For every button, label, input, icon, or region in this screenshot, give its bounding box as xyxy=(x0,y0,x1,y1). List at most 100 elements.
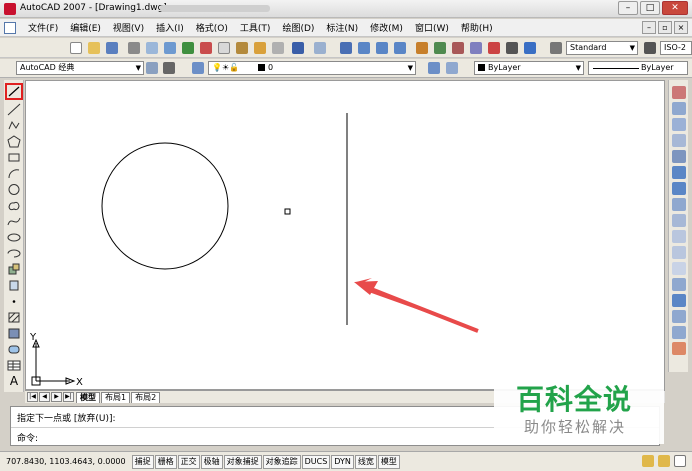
menu-edit[interactable]: 编辑(E) xyxy=(64,21,107,34)
move-icon[interactable] xyxy=(672,166,686,179)
prev-tab-button[interactable]: ◀ xyxy=(39,392,50,402)
coordinate-readout[interactable]: 707.8430, 1103.4643, 0.0000 xyxy=(6,457,126,466)
sheet-set-icon[interactable] xyxy=(470,42,482,54)
otrack-toggle[interactable]: 对象追踪 xyxy=(262,454,301,469)
last-tab-button[interactable]: ▶| xyxy=(63,392,74,402)
new-file-icon[interactable] xyxy=(70,42,82,54)
markup-icon[interactable] xyxy=(488,42,500,54)
snap-toggle[interactable]: 捕捉 xyxy=(131,454,154,469)
pan-icon[interactable] xyxy=(340,42,352,54)
spline-tool[interactable] xyxy=(7,215,21,228)
fillet-icon[interactable] xyxy=(672,326,686,339)
hatch-tool[interactable] xyxy=(7,311,21,324)
paste-icon[interactable] xyxy=(236,42,248,54)
clean-screen-icon[interactable] xyxy=(674,455,686,467)
close-button[interactable]: ✕ xyxy=(662,1,688,15)
erase-icon[interactable] xyxy=(672,86,686,99)
maximize-button[interactable]: □ xyxy=(640,1,660,15)
doc-restore-button[interactable]: ▫ xyxy=(658,21,672,34)
save-icon[interactable] xyxy=(106,42,118,54)
linetype-select[interactable]: ByLayer xyxy=(588,61,688,75)
workspace-save-icon[interactable] xyxy=(163,62,175,74)
extend-icon[interactable] xyxy=(672,246,686,259)
next-tab-button[interactable]: ▶ xyxy=(51,392,62,402)
tool-palettes-icon[interactable] xyxy=(452,42,464,54)
gradient-tool[interactable] xyxy=(7,327,21,340)
zoom-previous-icon[interactable] xyxy=(394,42,406,54)
break-at-point-icon[interactable] xyxy=(672,262,686,275)
revision-cloud-tool[interactable] xyxy=(7,199,21,212)
zoom-window-icon[interactable] xyxy=(376,42,388,54)
minimize-button[interactable]: – xyxy=(618,1,638,15)
lock-icon[interactable] xyxy=(658,455,670,467)
plot-preview-icon[interactable] xyxy=(146,42,158,54)
menu-tools[interactable]: 工具(T) xyxy=(234,21,277,34)
explode-icon[interactable] xyxy=(672,342,686,355)
menu-file[interactable]: 文件(F) xyxy=(22,21,64,34)
table-tool[interactable] xyxy=(7,359,21,372)
comm-center-icon[interactable] xyxy=(642,455,654,467)
publish-icon[interactable] xyxy=(164,42,176,54)
menu-help[interactable]: 帮助(H) xyxy=(455,21,499,34)
tab-layout1[interactable]: 布局1 xyxy=(101,391,131,403)
construction-line-tool[interactable] xyxy=(7,103,21,116)
redo-icon[interactable] xyxy=(314,42,326,54)
insert-block-tool[interactable] xyxy=(7,263,21,276)
ellipse-arc-tool[interactable] xyxy=(7,247,21,260)
circle-tool[interactable] xyxy=(7,183,21,196)
text-style-icon[interactable] xyxy=(550,42,562,54)
doc-minimize-button[interactable]: – xyxy=(642,21,656,34)
copy-icon[interactable] xyxy=(218,42,230,54)
polyline-tool[interactable] xyxy=(7,119,21,132)
workspace-settings-icon[interactable] xyxy=(146,62,158,74)
drawn-circle[interactable] xyxy=(101,142,229,270)
grid-toggle[interactable]: 栅格 xyxy=(154,454,177,469)
block-editor-icon[interactable] xyxy=(272,42,284,54)
doc-close-button[interactable]: × xyxy=(674,21,688,34)
layer-previous-icon[interactable] xyxy=(446,62,458,74)
ducs-toggle[interactable]: DUCS xyxy=(301,454,331,469)
region-tool[interactable] xyxy=(7,343,21,356)
autocad-app-icon[interactable] xyxy=(4,3,16,15)
polar-toggle[interactable]: 极轴 xyxy=(200,454,223,469)
menu-modify[interactable]: 修改(M) xyxy=(364,21,409,34)
layer-manager-icon[interactable] xyxy=(192,62,204,74)
copy-object-icon[interactable] xyxy=(672,102,686,115)
properties-icon[interactable] xyxy=(416,42,428,54)
menu-window[interactable]: 窗口(W) xyxy=(409,21,455,34)
first-tab-button[interactable]: |◀ xyxy=(27,392,38,402)
chamfer-icon[interactable] xyxy=(672,310,686,323)
ellipse-tool[interactable] xyxy=(7,231,21,244)
command-prompt[interactable]: 命令: xyxy=(17,431,38,444)
make-object-layer-current-icon[interactable] xyxy=(428,62,440,74)
model-toggle[interactable]: 模型 xyxy=(377,454,400,469)
tab-model[interactable]: 模型 xyxy=(76,391,100,403)
match-properties-icon[interactable] xyxy=(254,42,266,54)
break-icon[interactable] xyxy=(672,278,686,291)
stretch-icon[interactable] xyxy=(672,214,686,227)
menu-insert[interactable]: 插入(I) xyxy=(150,21,190,34)
dim-style-select[interactable]: ISO-2 xyxy=(660,41,692,55)
rotate-icon[interactable] xyxy=(672,182,686,195)
design-center-icon[interactable] xyxy=(434,42,446,54)
print-icon[interactable] xyxy=(128,42,140,54)
drawing-canvas[interactable]: Y X xyxy=(25,80,665,390)
open-folder-icon[interactable] xyxy=(88,42,100,54)
offset-icon[interactable] xyxy=(672,134,686,147)
3d-dwf-icon[interactable] xyxy=(182,42,194,54)
menu-format[interactable]: 格式(O) xyxy=(190,21,234,34)
menu-view[interactable]: 视图(V) xyxy=(107,21,150,34)
workspace-select[interactable]: AutoCAD 经典 ▼ xyxy=(16,61,144,75)
ortho-toggle[interactable]: 正交 xyxy=(177,454,200,469)
multiline-text-tool[interactable]: A xyxy=(7,375,21,388)
point-tool[interactable] xyxy=(7,295,21,308)
document-icon[interactable] xyxy=(4,21,16,34)
help-icon[interactable] xyxy=(524,42,536,54)
zoom-realtime-icon[interactable] xyxy=(358,42,370,54)
trim-icon[interactable] xyxy=(672,230,686,243)
join-icon[interactable] xyxy=(672,294,686,307)
dim-style-icon[interactable] xyxy=(644,42,656,54)
arc-tool[interactable] xyxy=(7,167,21,180)
calculator-icon[interactable] xyxy=(506,42,518,54)
polygon-tool[interactable] xyxy=(7,135,21,148)
